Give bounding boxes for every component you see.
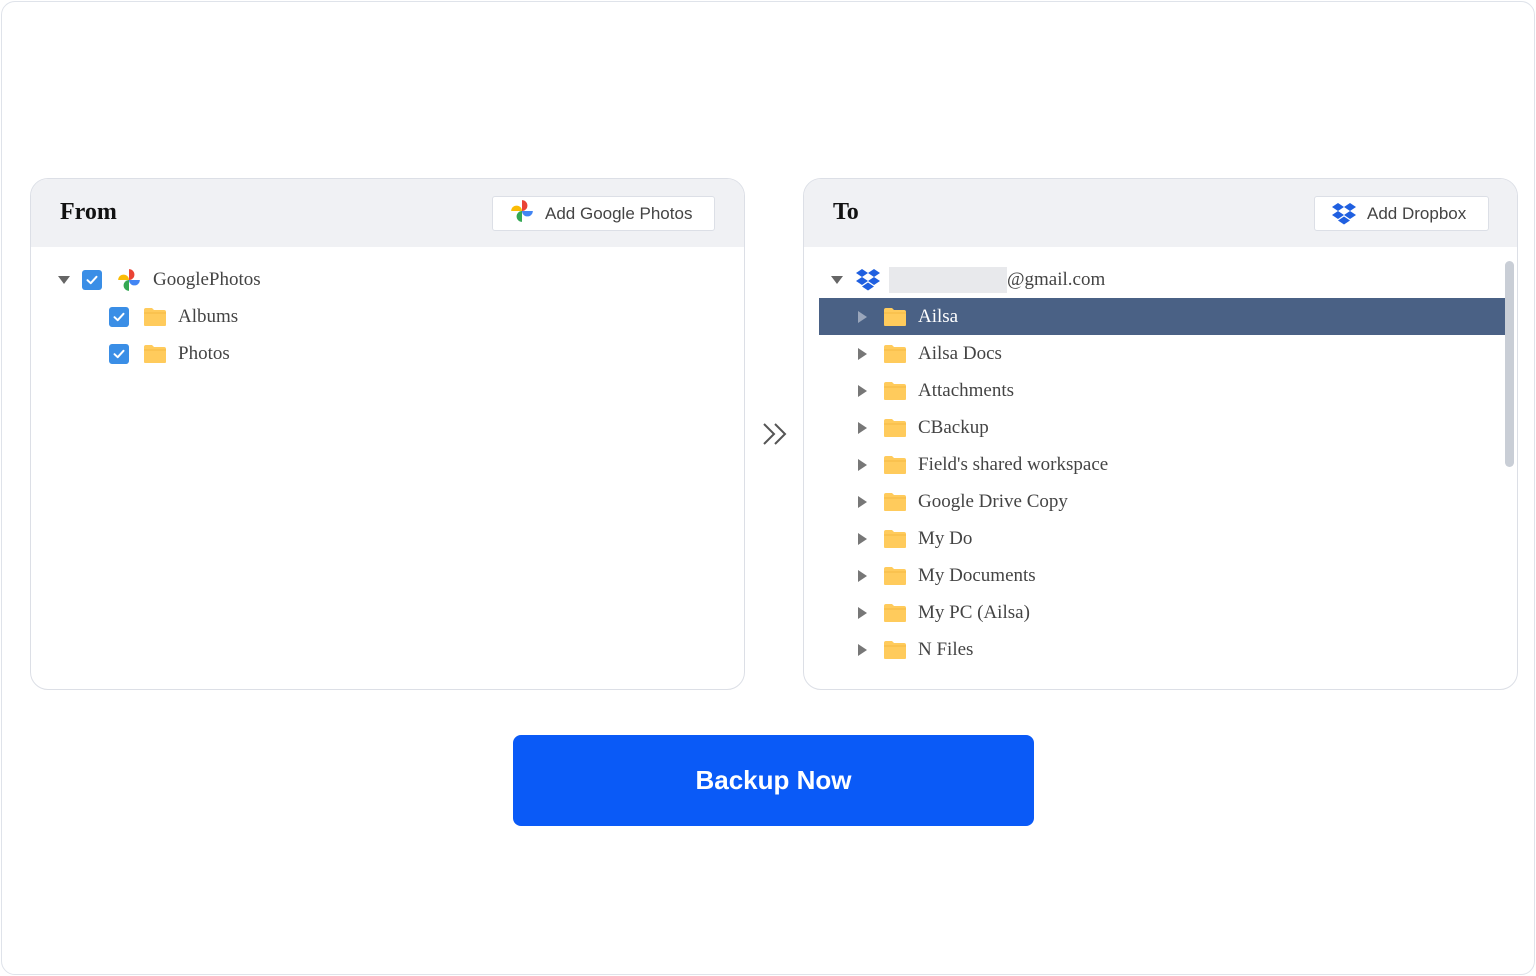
tree-item-label: Albums — [178, 305, 239, 327]
folder-label: Attachments — [918, 379, 1015, 401]
tree-item-albums[interactable]: Albums — [31, 298, 744, 335]
expand-caret-icon[interactable] — [858, 421, 867, 434]
folder-icon — [884, 381, 906, 400]
folder-label: My PC (Ailsa) — [918, 601, 1030, 623]
folder-row-my-do[interactable]: My Do — [804, 520, 1517, 557]
google-photos-icon — [509, 198, 535, 229]
redacted-email — [889, 266, 1007, 293]
expand-caret-icon[interactable] — [831, 275, 843, 284]
tree-item-label: GooglePhotos — [153, 268, 261, 290]
folder-label: Ailsa — [918, 305, 959, 327]
folder-row-my-documents[interactable]: My Documents — [804, 557, 1517, 594]
folder-label: My Do — [918, 527, 973, 549]
tree-root-googlephotos[interactable]: GooglePhotos — [31, 261, 744, 298]
expand-caret-icon[interactable] — [858, 643, 867, 656]
checkbox-photos[interactable] — [109, 343, 129, 364]
folder-label: My Documents — [918, 564, 1036, 586]
folder-row-my-pc-ailsa[interactable]: My PC (Ailsa) — [804, 594, 1517, 631]
app-window: From Add Google Photos GooglePhotos Albu… — [1, 1, 1535, 975]
destination-tree: @gmail.com Ailsa Ailsa Docs Attachments … — [804, 247, 1517, 689]
add-google-photos-label: Add Google Photos — [545, 203, 693, 223]
destination-scrollbar[interactable] — [1505, 261, 1514, 467]
folder-row-ailsa-docs[interactable]: Ailsa Docs — [804, 335, 1517, 372]
dropbox-icon — [855, 268, 881, 292]
destination-panel-title: To — [833, 199, 859, 225]
folder-icon — [884, 603, 906, 622]
expand-caret-icon[interactable] — [858, 310, 867, 323]
add-google-photos-button[interactable]: Add Google Photos — [492, 196, 715, 231]
folder-icon — [884, 455, 906, 474]
checkbox-albums[interactable] — [109, 306, 129, 327]
folder-icon — [884, 418, 906, 437]
folder-row-google-drive-copy[interactable]: Google Drive Copy — [804, 483, 1517, 520]
expand-caret-icon[interactable] — [858, 569, 867, 582]
folder-label: CBackup — [918, 416, 989, 438]
expand-caret-icon[interactable] — [858, 458, 867, 471]
expand-caret-icon[interactable] — [58, 275, 70, 284]
folder-label: Google Drive Copy — [918, 490, 1068, 512]
folder-icon — [144, 344, 166, 363]
folder-icon — [884, 640, 906, 659]
tree-item-photos[interactable]: Photos — [31, 335, 744, 372]
folder-row-fields-shared-workspace[interactable]: Field's shared workspace — [804, 446, 1517, 483]
google-photos-icon — [116, 267, 142, 293]
source-panel-header: From Add Google Photos — [31, 179, 744, 247]
destination-panel-header: To Add Dropbox — [804, 179, 1517, 247]
expand-caret-icon[interactable] — [858, 347, 867, 360]
add-dropbox-button[interactable]: Add Dropbox — [1314, 196, 1489, 231]
folder-row-n-files[interactable]: N Files — [804, 631, 1517, 668]
backup-now-button[interactable]: Backup Now — [513, 735, 1034, 826]
folder-row-ailsa[interactable]: Ailsa — [819, 298, 1505, 335]
expand-caret-icon[interactable] — [858, 384, 867, 397]
folder-label: Ailsa Docs — [918, 342, 1002, 364]
expand-caret-icon[interactable] — [858, 495, 867, 508]
folder-icon — [884, 529, 906, 548]
checkbox-googlephotos[interactable] — [82, 269, 102, 290]
dropbox-icon — [1331, 202, 1357, 226]
folder-label: N Files — [918, 638, 974, 660]
folder-row-cbackup[interactable]: CBackup — [804, 409, 1517, 446]
add-dropbox-label: Add Dropbox — [1367, 203, 1467, 223]
folder-label: Field's shared workspace — [918, 453, 1109, 475]
folder-icon — [144, 307, 166, 326]
folder-icon — [884, 492, 906, 511]
expand-caret-icon[interactable] — [858, 606, 867, 619]
folder-icon — [884, 566, 906, 585]
source-panel-title: From — [60, 199, 117, 225]
transfer-arrow-icon — [759, 416, 791, 452]
source-panel: From Add Google Photos GooglePhotos Albu… — [30, 178, 745, 690]
tree-root-account[interactable]: @gmail.com — [804, 261, 1517, 298]
folder-icon — [884, 344, 906, 363]
tree-item-label: Photos — [178, 342, 230, 364]
expand-caret-icon[interactable] — [858, 532, 867, 545]
folder-icon — [884, 307, 906, 326]
account-email-label: @gmail.com — [1007, 268, 1106, 290]
folder-row-attachments[interactable]: Attachments — [804, 372, 1517, 409]
source-tree: GooglePhotos Albums Photos — [31, 247, 744, 689]
destination-panel: To Add Dropbox @gmail.com Ailsa Ailsa Do… — [803, 178, 1518, 690]
